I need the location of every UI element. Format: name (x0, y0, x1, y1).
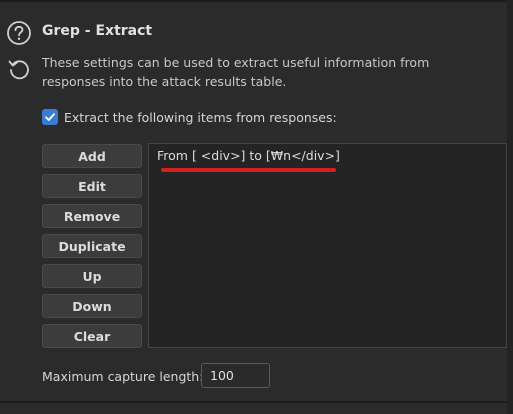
scrollbar-track[interactable] (507, 0, 513, 414)
up-button[interactable]: Up (42, 264, 142, 288)
top-divider (0, 0, 513, 2)
section-title: Grep - Extract (42, 23, 153, 39)
extract-checkbox-row[interactable]: Extract the following items from respons… (42, 108, 337, 126)
edit-button[interactable]: Edit (42, 174, 142, 198)
clear-button[interactable]: Clear (42, 324, 142, 348)
extract-items-list[interactable]: From [ <div>] to [₩n</div>] (148, 143, 507, 348)
max-capture-length-input[interactable] (201, 363, 270, 388)
help-icon[interactable] (6, 20, 32, 46)
section-description: These settings can be used to extract us… (42, 55, 430, 89)
bottom-divider (0, 401, 513, 403)
checkmark-icon (45, 113, 55, 121)
remove-button[interactable]: Remove (42, 204, 142, 228)
extract-checkbox[interactable] (42, 109, 58, 125)
list-item[interactable]: From [ <div>] to [₩n</div>] (157, 148, 340, 163)
extract-checkbox-label: Extract the following items from respons… (64, 109, 337, 125)
max-capture-length-label: Maximum capture length: (42, 369, 204, 384)
down-button[interactable]: Down (42, 294, 142, 318)
add-button[interactable]: Add (42, 144, 142, 168)
reset-icon[interactable] (6, 56, 32, 82)
grep-extract-panel: Grep - Extract These settings can be use… (0, 0, 513, 414)
duplicate-button[interactable]: Duplicate (42, 234, 142, 258)
annotation-underline (161, 168, 336, 172)
